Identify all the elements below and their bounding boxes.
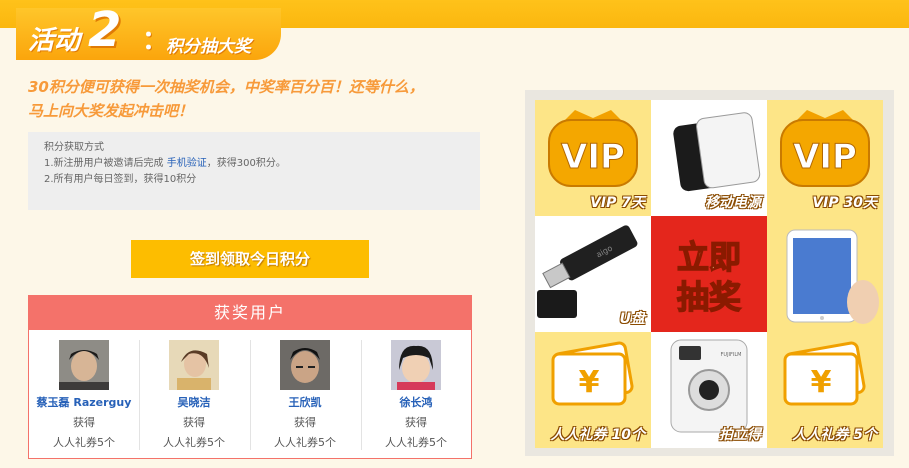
camera-brand-text: FUJIFILM [721, 352, 742, 358]
prize-label: U盘 [619, 311, 645, 327]
points-info-heading: 积分获取方式 [44, 142, 104, 153]
winner-action: 获得 [294, 416, 316, 429]
prize-label: VIP 30天 [812, 195, 877, 211]
points-info-line-2: 2.所有用户每日签到，获得10积分 [44, 174, 197, 185]
activity-title-sub: 积分抽大奖 [166, 37, 251, 57]
winner-name[interactable]: 徐长鸿 [361, 394, 471, 410]
winner-prize: 人人礼券5个 [53, 436, 115, 449]
prize-label: 拍立得 [719, 427, 761, 443]
points-info-line-1: 1.新注册用户被邀请后完成 手机验证，获得300积分。 [44, 156, 464, 172]
prize-label: 移动电源 [705, 195, 761, 211]
winner-name[interactable]: 吴晓洁 [139, 394, 249, 410]
prize-grid: VIP VIP 7天 移动电源 VIP VIP 30天 aigo U盘 立即 抽… [525, 90, 894, 456]
prize-usb-drive: aigo U盘 [535, 216, 651, 332]
prize-ipad-mini [767, 216, 883, 332]
winner-prize: 人人礼券5个 [163, 436, 225, 449]
points-info-box: 积分获取方式 1.新注册用户被邀请后完成 手机验证，获得300积分。 2.所有用… [28, 132, 480, 210]
winner-item: 蔡玉磊 Razerguy 获得 人人礼券5个 [29, 340, 139, 450]
points-info-line-1-suffix: ，获得300积分。 [206, 158, 286, 169]
winner-item: 吴晓洁 获得 人人礼券5个 [139, 340, 249, 450]
tablet-icon [786, 229, 879, 324]
prize-label: VIP 7天 [590, 195, 645, 211]
winner-action: 获得 [73, 416, 95, 429]
headline-line-1: 30积分便可获得一次抽奖机会，中奖率百分百！还等什么， [28, 78, 424, 96]
draw-now-button[interactable]: 立即 抽奖 [651, 216, 767, 332]
avatar-image-4 [391, 340, 441, 390]
avatar-image-1 [59, 340, 109, 390]
avatar[interactable] [391, 340, 441, 390]
winner-prize: 人人礼券5个 [274, 436, 336, 449]
prize-vip-7-days: VIP VIP 7天 [535, 100, 651, 216]
activity-title-main: 活动 [28, 26, 81, 56]
prize-label: 人人礼券 10个 [550, 427, 645, 443]
winner-name[interactable]: 蔡玉磊 Razerguy [29, 394, 139, 410]
prize-vip-30-days: VIP VIP 30天 [767, 100, 883, 216]
winner-item: 王欣凯 获得 人人礼券5个 [250, 340, 360, 450]
draw-now-graphic: 立即 抽奖 [676, 237, 742, 317]
prize-instant-camera: FUJIFILM 拍立得 [651, 332, 767, 448]
daily-signin-button[interactable]: 签到领取今日积分 [131, 240, 369, 278]
phone-verify-link[interactable]: 手机验证 [167, 158, 207, 169]
prize-coupon-5: ¥ 人人礼券 5个 [767, 332, 883, 448]
avatar-image-2 [169, 340, 219, 390]
vip-badge-text: VIP [793, 137, 857, 177]
prize-coupon-10: ¥ 人人礼券 10个 [535, 332, 651, 448]
activity-headline: 30积分便可获得一次抽奖机会，中奖率百分百！还等什么， 马上向大奖发起冲击吧！ [28, 75, 478, 123]
yuan-symbol: ¥ [579, 365, 600, 400]
yuan-symbol: ¥ [811, 365, 832, 400]
vip-badge-text: VIP [561, 137, 625, 177]
prize-power-bank: 移动电源 [651, 100, 767, 216]
winners-panel: 获奖用户 蔡玉磊 Razerguy 获得 人人礼券5个 吴晓洁 获得 人人礼券5… [28, 295, 472, 459]
winner-item: 徐长鸿 获得 人人礼券5个 [361, 340, 471, 450]
points-info-line-1-prefix: 1.新注册用户被邀请后完成 [44, 158, 167, 169]
winners-title: 获奖用户 [29, 296, 471, 330]
avatar[interactable] [59, 340, 109, 390]
winner-action: 获得 [405, 416, 427, 429]
avatar[interactable] [280, 340, 330, 390]
activity-title-number: 2 [88, 2, 122, 58]
avatar-image-3 [280, 340, 330, 390]
winner-name[interactable]: 王欣凯 [250, 394, 360, 410]
activity-title-colon: ： [142, 26, 169, 56]
prize-label: 人人礼券 5个 [792, 427, 877, 443]
avatar[interactable] [169, 340, 219, 390]
winner-prize: 人人礼券5个 [385, 436, 447, 449]
headline-line-2: 马上向大奖发起冲击吧！ [28, 102, 194, 120]
winner-action: 获得 [183, 416, 205, 429]
draw-now-line-1: 立即 [677, 238, 741, 276]
draw-now-line-2: 抽奖 [677, 278, 741, 316]
